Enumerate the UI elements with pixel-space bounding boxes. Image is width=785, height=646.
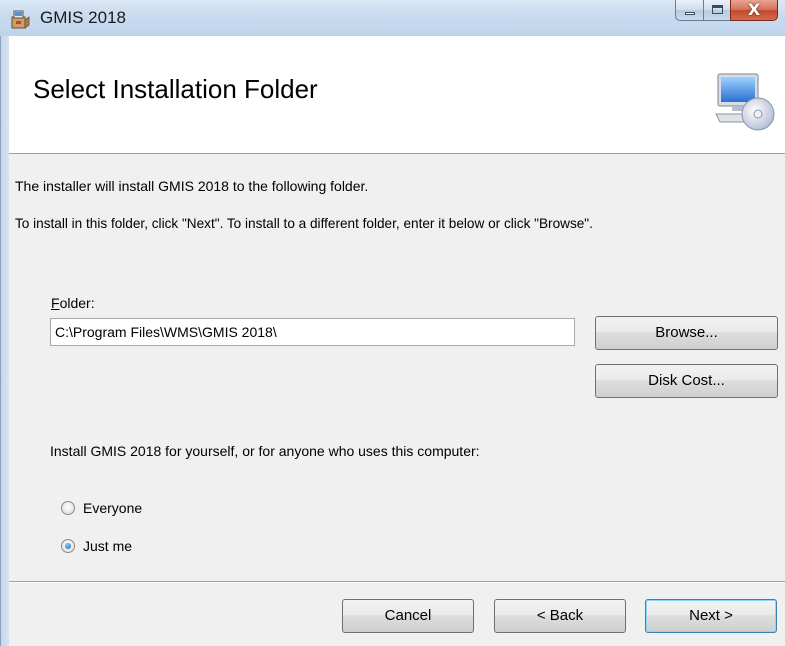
computer-disc-icon bbox=[715, 73, 775, 131]
window-frame-left bbox=[0, 36, 9, 646]
page-title: Select Installation Folder bbox=[33, 74, 318, 104]
installer-box-icon bbox=[11, 10, 30, 29]
folder-label-text: older: bbox=[59, 295, 95, 311]
radio-button[interactable] bbox=[61, 501, 75, 515]
cancel-button[interactable]: Cancel bbox=[342, 599, 474, 633]
next-button[interactable]: Next > bbox=[645, 599, 777, 633]
window-title: GMIS 2018 bbox=[40, 8, 126, 27]
maximize-icon bbox=[712, 5, 723, 14]
radio-button-selected[interactable] bbox=[61, 539, 75, 553]
radio-just-me-label: Just me bbox=[83, 538, 133, 554]
folder-path-input[interactable] bbox=[50, 318, 575, 346]
minimize-button[interactable] bbox=[675, 0, 703, 21]
title-bar[interactable]: GMIS 2018 X bbox=[0, 0, 785, 36]
disk-cost-button[interactable]: Disk Cost... bbox=[595, 364, 778, 398]
intro-text-2: To install in this folder, click "Next".… bbox=[15, 216, 593, 231]
close-button[interactable]: X bbox=[730, 0, 778, 21]
close-icon: X bbox=[747, 0, 761, 19]
dialog-footer: Cancel < Back Next > bbox=[9, 583, 785, 646]
browse-button[interactable]: Browse... bbox=[595, 316, 778, 350]
folder-label: Folder: bbox=[51, 294, 95, 312]
install-for-prompt: Install GMIS 2018 for yourself, or for a… bbox=[50, 443, 480, 459]
folder-label-mnemonic: F bbox=[51, 295, 60, 311]
maximize-button[interactable] bbox=[703, 0, 730, 21]
header-banner: Select Installation Folder bbox=[9, 36, 785, 154]
caption-buttons: X bbox=[675, 0, 778, 22]
radio-everyone-label: Everyone bbox=[83, 500, 143, 516]
minimize-icon bbox=[685, 12, 695, 15]
radio-selected-dot bbox=[65, 543, 71, 549]
dialog-body: The installer will install GMIS 2018 to … bbox=[9, 155, 785, 563]
back-button[interactable]: < Back bbox=[494, 599, 626, 633]
installer-window: GMIS 2018 X Select Installation Folder T… bbox=[0, 0, 785, 646]
intro-text-1: The installer will install GMIS 2018 to … bbox=[15, 178, 369, 194]
